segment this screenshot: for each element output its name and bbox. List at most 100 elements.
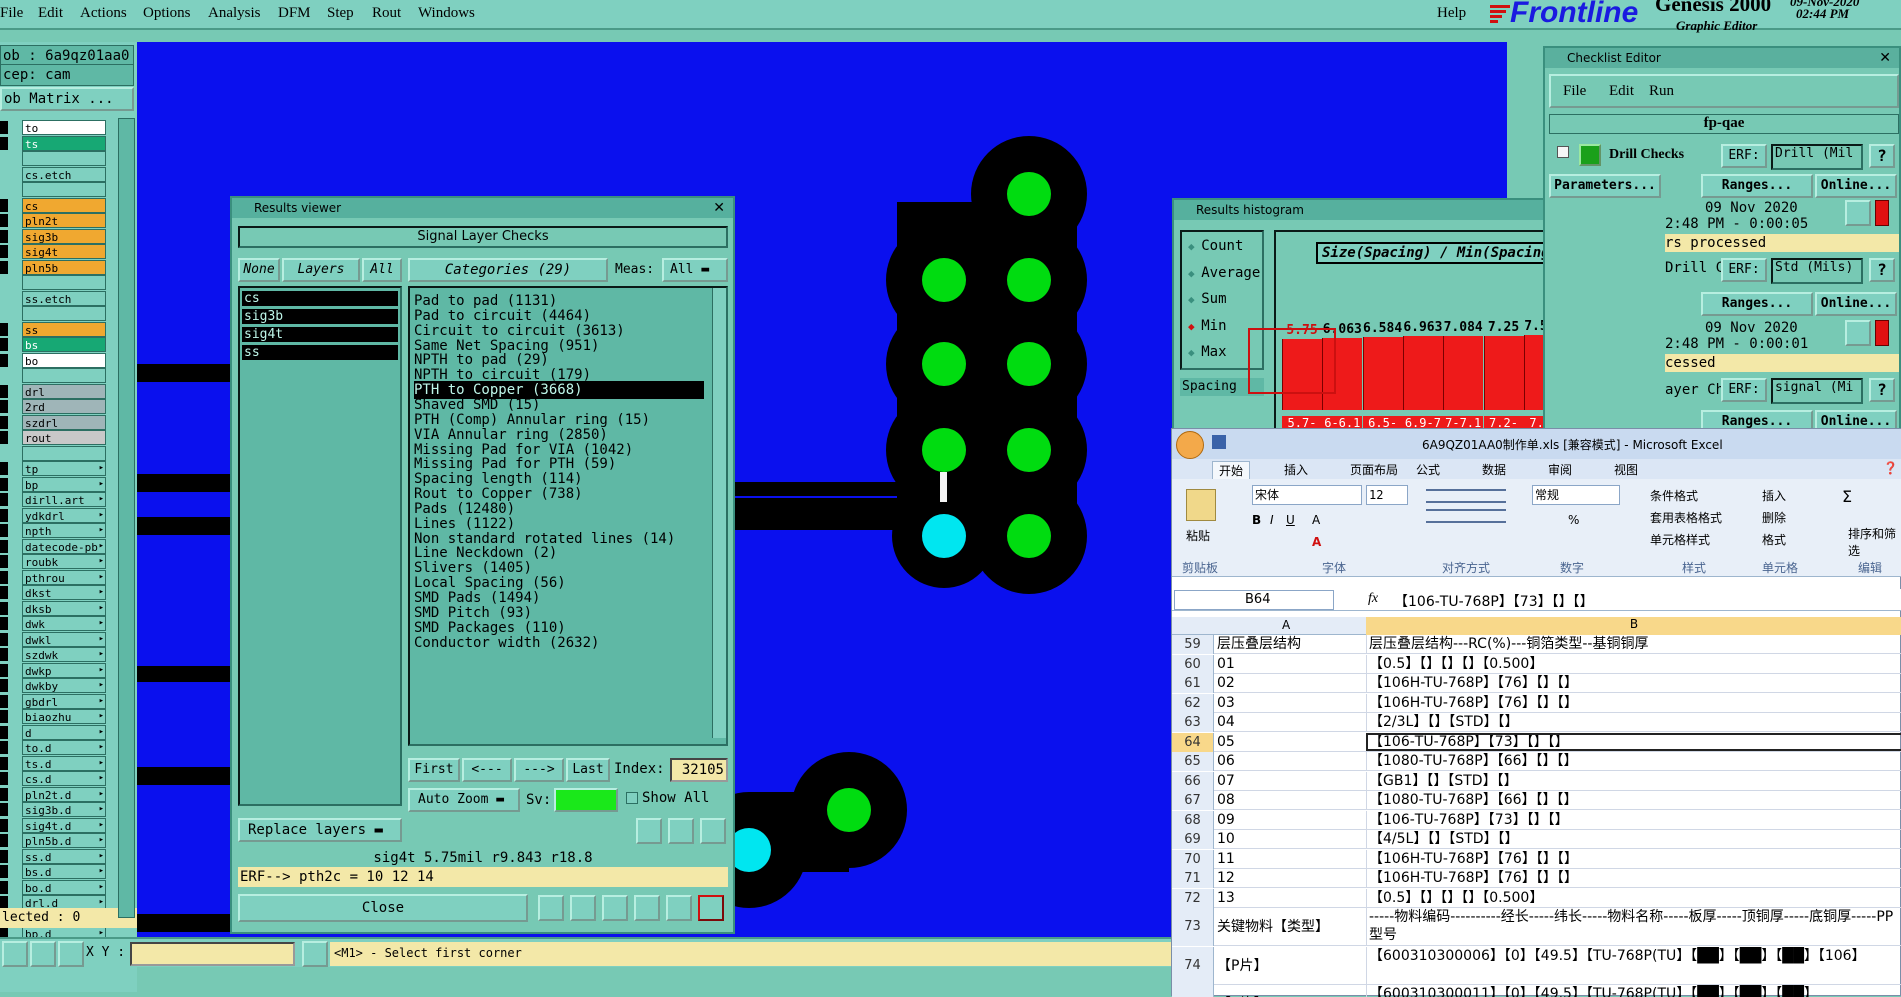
layer-name[interactable]: bo [22, 352, 106, 368]
layer-row[interactable]: ss.etch [0, 290, 106, 306]
next-button[interactable]: ---> [514, 758, 564, 782]
alignment-buttons[interactable] [1426, 485, 1516, 545]
layer-name[interactable]: 2rd [22, 399, 106, 414]
layer-name[interactable]: dwk [22, 616, 106, 631]
show-all-checkbox[interactable] [626, 792, 638, 804]
layer-row[interactable]: szdwk ▸ [0, 647, 106, 662]
cell-a[interactable]: 08 [1215, 791, 1365, 810]
categories-button[interactable]: Categories (29) [408, 258, 608, 282]
layer-name[interactable]: dwkby [22, 678, 106, 693]
erf-field-3[interactable]: signal (Mi [1771, 378, 1863, 404]
category-item[interactable]: Conductor width (2632) [414, 634, 599, 652]
cell-a[interactable]: 13 [1215, 889, 1365, 908]
stat-option[interactable]: ◆ Min [1188, 318, 1227, 334]
layer-name[interactable]: sig4t.d [22, 817, 106, 833]
layer-row[interactable]: sig4t.d ▸ [0, 817, 106, 833]
histogram-bar[interactable] [1362, 336, 1403, 410]
layer-list-scrollbar[interactable] [118, 118, 135, 918]
layer-name[interactable]: ts.d [22, 755, 106, 771]
ribbon-tab[interactable]: 开始 [1212, 461, 1251, 479]
row-number[interactable]: 71 [1172, 869, 1214, 888]
insert-button[interactable]: 插入 [1762, 487, 1786, 504]
layer-name[interactable]: szdrl [22, 414, 106, 430]
layer-row[interactable]: dirll.art ▸ [0, 492, 106, 507]
layer-name[interactable]: cs.etch [22, 166, 106, 182]
cell-a[interactable]: 05 [1215, 733, 1365, 752]
cell-a[interactable]: 11 [1215, 850, 1365, 869]
layer-row[interactable]: ydkdrl ▸ [0, 507, 106, 523]
row-number[interactable]: 60 [1172, 654, 1214, 674]
layer-name[interactable]: pln2t [22, 213, 106, 228]
layer-name[interactable]: npth [22, 523, 106, 538]
checklist-menu-run[interactable]: Run [1649, 83, 1674, 100]
layer-name[interactable]: ss.etch [22, 290, 106, 306]
ranges-button-2[interactable]: Ranges... [1701, 292, 1813, 316]
layer-row[interactable]: cs [0, 197, 106, 213]
layer-name[interactable]: drl [22, 383, 106, 399]
cell-a[interactable]: 06 [1215, 752, 1365, 771]
layer-name[interactable]: bs [22, 337, 106, 352]
help-icon[interactable]: ? [1869, 144, 1895, 168]
layer-row[interactable] [0, 182, 106, 197]
layer-name[interactable] [22, 182, 106, 197]
parameters-button-1[interactable]: Parameters... [1549, 174, 1661, 198]
cell-b[interactable]: 【4/5L】【】【STD】【】 [1366, 830, 1901, 848]
cell-a[interactable]: 09 [1215, 811, 1365, 830]
table-row[interactable]: 70 11 【106H-TU-768P】【76】【】【】 [1172, 849, 1901, 869]
ranges-button-1[interactable]: Ranges... [1701, 174, 1813, 198]
layer-row[interactable]: dwk ▸ [0, 616, 106, 631]
layer-name[interactable]: d [22, 724, 106, 740]
cell-b[interactable]: 【106H-TU-768P】【76】【】【】 [1366, 674, 1901, 692]
category-scrollbar[interactable] [712, 288, 726, 738]
stat-option[interactable]: ◆ Max [1188, 344, 1227, 360]
layer-row[interactable] [0, 306, 106, 321]
cell-a[interactable]: 10 [1215, 830, 1365, 849]
result-layer-item[interactable]: sig3b [242, 309, 398, 324]
italic-icon[interactable]: I [1270, 513, 1274, 527]
cell-b[interactable]: 【GB1】【】【STD】【】 [1366, 771, 1901, 790]
radio-icon[interactable]: ◆ [1188, 320, 1201, 333]
layer-name[interactable]: sig4t [22, 244, 106, 259]
layer-name[interactable]: ss [22, 321, 106, 337]
sum-icon[interactable]: Σ [1842, 487, 1852, 506]
underline-icon[interactable]: U [1286, 513, 1295, 527]
cell-a[interactable]: 【P片】 [1215, 947, 1365, 985]
report-icon[interactable] [666, 895, 692, 921]
cell-a[interactable]: 关键物料【类型】 [1215, 908, 1365, 946]
cell-a[interactable]: 01 [1215, 655, 1365, 674]
column-b-header[interactable]: B [1366, 617, 1901, 635]
radio-icon[interactable]: ◆ [1188, 240, 1201, 253]
table-row[interactable]: 64 05 【106-TU-768P】【73】【】【】 [1172, 732, 1901, 752]
cell-b[interactable]: 【2/3L】【】【STD】【】 [1366, 713, 1901, 731]
table-row[interactable]: 67 08 【1080-TU-768P】【66】【】【】 [1172, 791, 1901, 810]
cell-b[interactable]: 【600310300006】【0】【49.5】【TU-768P(TU】【██】【… [1366, 946, 1901, 985]
cell-a[interactable]: 04 [1215, 713, 1365, 732]
layer-row[interactable]: cs.etch [0, 166, 106, 182]
number-format-dropdown[interactable]: 常规 [1532, 485, 1620, 505]
table-row[interactable]: 62 03 【106H-TU-768P】【76】【】【】 [1172, 693, 1901, 713]
close-button[interactable]: Close [238, 894, 528, 922]
cell-b[interactable]: 【106H-TU-768P】【76】【】【】 [1366, 693, 1901, 712]
result-layer-item[interactable]: sig4t [242, 327, 398, 342]
index-input[interactable]: 32105 [670, 758, 728, 782]
layers-button[interactable]: Layers [282, 258, 360, 282]
conditional-format-button[interactable]: 条件格式 [1650, 487, 1698, 504]
layer-row[interactable]: ts [0, 135, 106, 151]
font-size-dropdown[interactable]: 12 [1366, 485, 1408, 505]
cell-b[interactable]: 【106H-TU-768P】【76】【】【】 [1366, 869, 1901, 887]
layer-name[interactable]: to [22, 120, 106, 135]
help-icon[interactable]: ? [1869, 258, 1895, 282]
layer-row[interactable]: pln5b.d ▸ [0, 833, 106, 848]
stat-option[interactable]: ◆ Sum [1188, 291, 1227, 307]
radio-icon[interactable]: ◆ [1188, 293, 1201, 306]
first-button[interactable]: First [408, 758, 460, 782]
table-row[interactable]: 66 07 【GB1】【】【STD】【】 [1172, 771, 1901, 791]
layer-name[interactable]: pthrou [22, 569, 106, 585]
layer-name[interactable]: ss.d [22, 848, 106, 864]
function-icon[interactable]: fx [1368, 591, 1378, 607]
histogram-bar[interactable] [1443, 335, 1484, 410]
restore-result-icon[interactable] [668, 818, 694, 844]
layer-name[interactable]: rout [22, 430, 106, 445]
online-button-1[interactable]: Online... [1815, 174, 1897, 198]
row-number[interactable]: 64 [1172, 732, 1214, 752]
